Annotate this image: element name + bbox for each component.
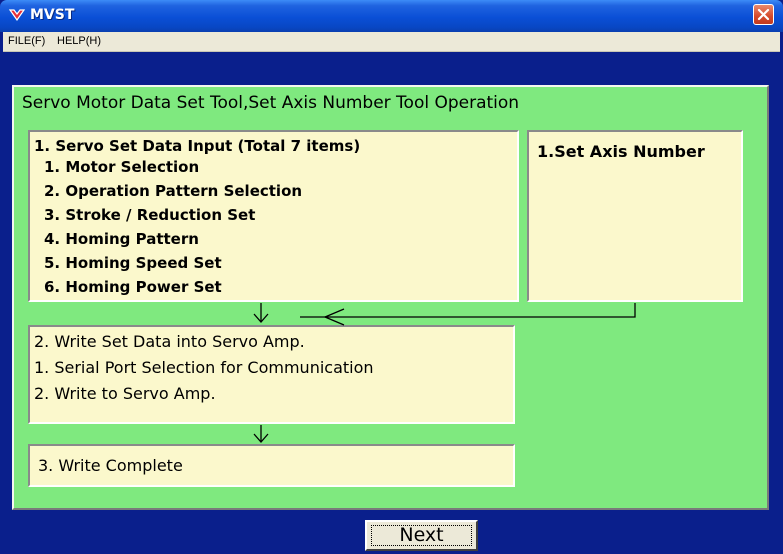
down-arrow-icon: [253, 303, 269, 323]
next-button-label: Next: [399, 524, 444, 546]
down-arrow-icon: [253, 425, 269, 443]
return-arrow-icon: [300, 303, 636, 326]
next-button[interactable]: Next: [365, 520, 478, 551]
flow-connectors: [253, 303, 636, 443]
